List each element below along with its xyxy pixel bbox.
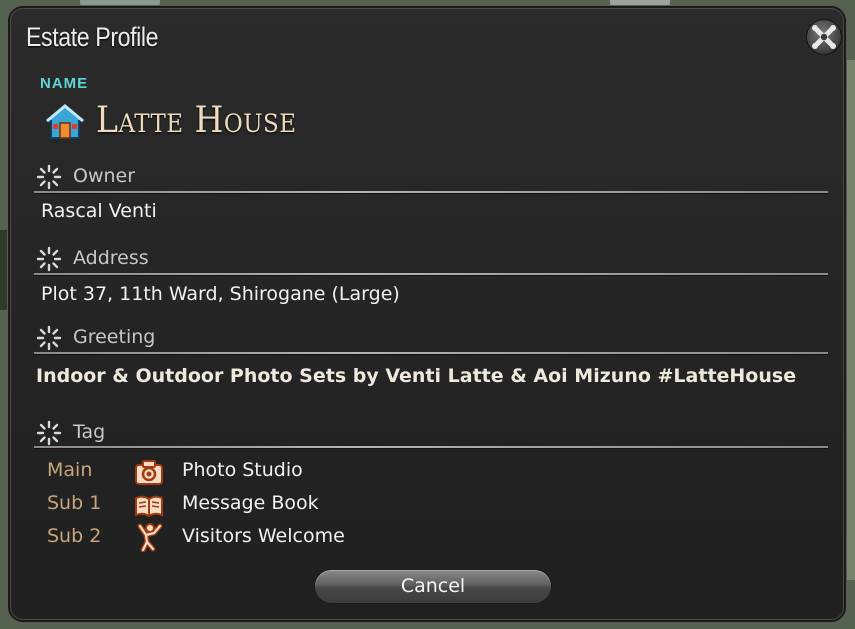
- section-marker-icon: [36, 164, 62, 190]
- address-label: Address: [73, 247, 149, 269]
- address-section-header: Address: [36, 245, 828, 272]
- book-icon: [135, 495, 163, 518]
- tag-label: Tag: [73, 421, 106, 443]
- window-title: Estate Profile: [26, 22, 159, 52]
- section-divider: [34, 191, 828, 193]
- estate-name: Latte House: [96, 100, 297, 141]
- greeting-label: Greeting: [73, 326, 156, 348]
- estate-profile-window: Estate Profile NAME Latte House Owner Ra…: [10, 8, 844, 620]
- cancel-button[interactable]: Cancel: [315, 570, 551, 603]
- tag-text-main: Photo Studio: [182, 459, 303, 481]
- close-icon: [812, 25, 836, 49]
- section-divider: [34, 273, 828, 275]
- waving-person-icon: [137, 523, 163, 552]
- tag-slot-sub1: Sub 1: [47, 492, 102, 514]
- tag-slot-main: Main: [47, 459, 93, 481]
- section-marker-icon: [36, 420, 62, 446]
- section-divider: [34, 446, 828, 448]
- section-marker-icon: [36, 246, 62, 272]
- tag-text-sub2: Visitors Welcome: [182, 525, 345, 547]
- section-divider: [34, 352, 828, 354]
- house-icon: [44, 104, 86, 139]
- section-marker-icon: [36, 325, 62, 351]
- greeting-value: Indoor & Outdoor Photo Sets by Venti Lat…: [36, 365, 797, 387]
- owner-value: Rascal Venti: [41, 200, 157, 222]
- greeting-section-header: Greeting: [36, 324, 828, 351]
- address-value: Plot 37, 11th Ward, Shirogane (Large): [41, 283, 400, 305]
- tag-text-sub1: Message Book: [182, 492, 319, 514]
- name-label: NAME: [40, 75, 89, 92]
- camera-icon: [135, 460, 163, 485]
- tag-slot-sub2: Sub 2: [47, 525, 102, 547]
- close-button[interactable]: [807, 20, 841, 54]
- owner-section-header: Owner: [36, 163, 828, 190]
- tag-section-header: Tag: [36, 419, 828, 446]
- owner-label: Owner: [73, 165, 136, 187]
